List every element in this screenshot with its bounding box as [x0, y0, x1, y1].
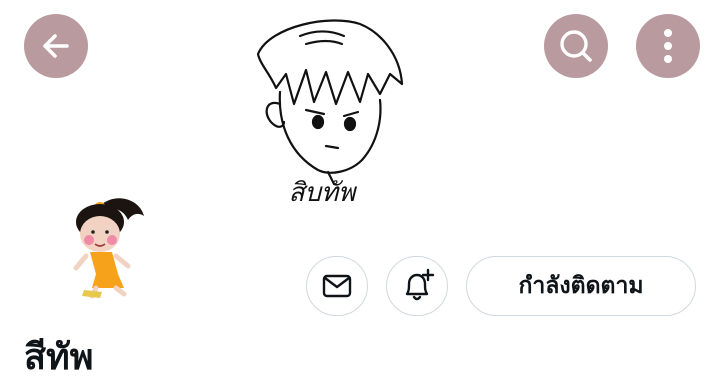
following-button[interactable]: กำลังติดตาม [466, 256, 696, 316]
profile-banner: สิบทัพ [0, 0, 720, 212]
avatar[interactable] [62, 192, 158, 300]
search-icon [560, 30, 592, 62]
following-label: กำลังติดตาม [518, 273, 644, 299]
notifications-button[interactable] [386, 256, 448, 316]
message-button[interactable] [306, 256, 368, 316]
profile-display-name: สีทัพ [24, 337, 94, 378]
more-vertical-icon [664, 29, 672, 63]
bell-plus-icon [405, 268, 435, 301]
more-options-button[interactable] [636, 14, 700, 78]
envelope-icon [322, 274, 352, 298]
banner-caption: สิบทัพ [288, 178, 356, 208]
search-button[interactable] [544, 14, 608, 78]
arrow-left-icon [43, 34, 69, 58]
back-button[interactable] [24, 14, 88, 78]
